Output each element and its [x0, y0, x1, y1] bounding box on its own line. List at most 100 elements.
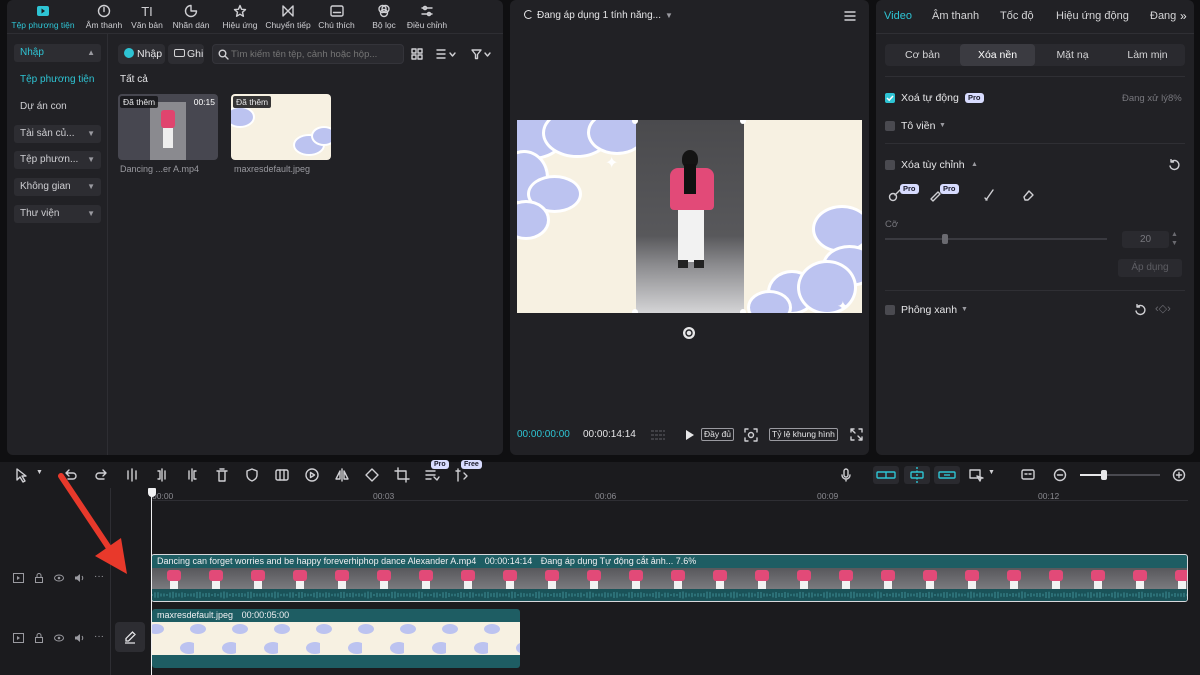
segment-smooth[interactable]: Làm mịn: [1110, 44, 1185, 66]
apply-button[interactable]: Áp dụng: [1118, 259, 1182, 277]
tab-more[interactable]: Đang: [1150, 10, 1182, 22]
tab-effects[interactable]: Hiệu ứng: [217, 2, 263, 34]
size-slider[interactable]: [885, 234, 1107, 244]
segment-mask[interactable]: Mặt nạ: [1035, 44, 1110, 66]
screenshot-icon[interactable]: [744, 428, 758, 442]
fullscreen-icon[interactable]: [850, 428, 863, 441]
snap-toggle[interactable]: [904, 466, 930, 484]
auto-remove-checkbox[interactable]: [885, 93, 895, 103]
track-cover-icon[interactable]: [13, 633, 24, 643]
tab-media[interactable]: Tệp phương tiện: [7, 2, 79, 34]
zoom-out-icon[interactable]: [1052, 467, 1068, 483]
tab-speed[interactable]: Tốc độ: [1000, 10, 1034, 22]
full-quality-button[interactable]: Đầy đủ: [701, 428, 734, 441]
tab-filter[interactable]: Bộ lọc: [361, 2, 407, 34]
chevron-down-icon[interactable]: ▼: [939, 122, 946, 129]
tab-animation[interactable]: Hiệu ứng động: [1056, 10, 1129, 22]
grid-view-icon[interactable]: [411, 48, 423, 60]
lock-icon[interactable]: [34, 573, 44, 583]
filter-funnel-icon[interactable]: [471, 48, 493, 60]
tab-sticker[interactable]: Nhãn dán: [168, 2, 214, 34]
zoom-in-icon[interactable]: [1171, 467, 1187, 483]
chevron-down-icon[interactable]: ▼: [36, 469, 43, 476]
more-icon[interactable]: ···: [94, 631, 104, 642]
lock-icon[interactable]: [34, 633, 44, 643]
volume-icon[interactable]: [74, 633, 85, 643]
rotate-clip-icon[interactable]: [364, 467, 380, 483]
chevron-up-icon[interactable]: ▲: [971, 161, 978, 168]
sidebar-item-space[interactable]: Không gian ▼: [14, 178, 101, 196]
keyframe-icon[interactable]: ‹◇›: [1155, 302, 1171, 315]
rotate-icon[interactable]: [682, 326, 696, 340]
reset-icon[interactable]: [1134, 304, 1146, 316]
tab-audio[interactable]: Âm thanh: [81, 2, 127, 34]
video-clip[interactable]: Dancing can forget worries and be happy …: [151, 554, 1188, 602]
tab-transition[interactable]: Chuyển tiếp: [263, 2, 313, 34]
zoom-slider[interactable]: [1080, 470, 1160, 480]
sort-icon[interactable]: [436, 48, 458, 60]
sidebar-item-media[interactable]: Tệp phương tiện: [14, 71, 101, 89]
delete-icon[interactable]: [214, 467, 230, 483]
zoom-slider-handle[interactable]: [1101, 470, 1107, 480]
subtitle-icon[interactable]: [1020, 467, 1036, 483]
sidebar-item-library[interactable]: Thư viện ▼: [14, 205, 101, 223]
eraser-icon[interactable]: [1021, 188, 1035, 202]
custom-remove-checkbox[interactable]: [885, 160, 895, 170]
chevron-down-icon[interactable]: ▼: [988, 469, 995, 476]
tab-adjust[interactable]: Điều chỉnh: [403, 2, 451, 34]
auto-caption-icon[interactable]: [424, 467, 440, 483]
menu-icon[interactable]: [844, 11, 856, 21]
size-slider-handle[interactable]: [941, 234, 948, 244]
mirror-icon[interactable]: [334, 467, 350, 483]
split-left-icon[interactable]: [154, 467, 170, 483]
play-icon[interactable]: [685, 429, 695, 441]
sidebar-item-assets[interactable]: Tài sản củ... ▼: [14, 125, 101, 143]
linkage-toggle[interactable]: [934, 466, 960, 484]
freeze-frame-icon[interactable]: [274, 467, 290, 483]
timecode-icon[interactable]: [650, 429, 666, 441]
segment-remove-bg[interactable]: Xóa nền: [960, 44, 1035, 66]
media-item-video[interactable]: Đã thêm 00:15: [118, 94, 218, 160]
magnet-toggle[interactable]: [873, 466, 899, 484]
outline-checkbox[interactable]: [885, 121, 895, 131]
chevron-down-icon[interactable]: ▼: [961, 306, 968, 313]
chevron-down-icon: ▼: [87, 129, 95, 138]
playhead[interactable]: [148, 488, 156, 675]
segment-basic[interactable]: Cơ bản: [885, 44, 960, 66]
select-cursor-icon[interactable]: [14, 467, 30, 483]
resize-handle[interactable]: [632, 309, 638, 313]
brush-icon[interactable]: [982, 188, 996, 202]
auto-cut-icon[interactable]: [454, 467, 470, 483]
stepper-icon[interactable]: ▲ ▼: [1171, 230, 1178, 248]
shield-icon[interactable]: [244, 467, 260, 483]
crop-icon[interactable]: [394, 467, 410, 483]
track-cover-icon[interactable]: [13, 573, 24, 583]
reset-icon[interactable]: [1168, 159, 1180, 171]
tab-audio-settings[interactable]: Âm thanh: [932, 10, 979, 22]
record-button[interactable]: Ghi: [168, 44, 204, 64]
image-clip[interactable]: maxresdefault.jpeg 00:00:05:00: [152, 609, 520, 668]
media-item-image[interactable]: Đã thêm: [231, 94, 331, 160]
play-circle-icon[interactable]: [304, 467, 320, 483]
search-input[interactable]: [231, 47, 401, 61]
tab-text[interactable]: TI Văn bản: [124, 2, 170, 34]
eye-icon[interactable]: [54, 633, 64, 643]
import-button[interactable]: Nhập: [118, 44, 165, 64]
sidebar-item-media-files[interactable]: Tệp phươn... ▼: [14, 151, 101, 169]
split-right-icon[interactable]: [184, 467, 200, 483]
sidebar-item-subproject[interactable]: Dự án con: [14, 98, 101, 116]
green-screen-checkbox[interactable]: [885, 305, 895, 315]
tab-caption[interactable]: Chú thích: [314, 2, 359, 34]
size-value-input[interactable]: 20: [1122, 231, 1169, 248]
edit-cover-button[interactable]: [115, 622, 145, 652]
aspect-ratio-button[interactable]: Tỷ lệ khung hình: [769, 428, 838, 441]
tab-video[interactable]: Video: [884, 10, 912, 22]
resize-handle[interactable]: [740, 120, 746, 124]
resize-handle[interactable]: [740, 309, 746, 313]
search-box[interactable]: [212, 44, 404, 64]
chevrons-right-icon[interactable]: »: [1180, 9, 1187, 23]
video-preview[interactable]: ✦ ✦: [517, 120, 862, 313]
preview-axis-icon[interactable]: [968, 467, 984, 483]
sidebar-item-import[interactable]: Nhập ▲: [14, 44, 101, 62]
microphone-icon[interactable]: [838, 467, 854, 483]
